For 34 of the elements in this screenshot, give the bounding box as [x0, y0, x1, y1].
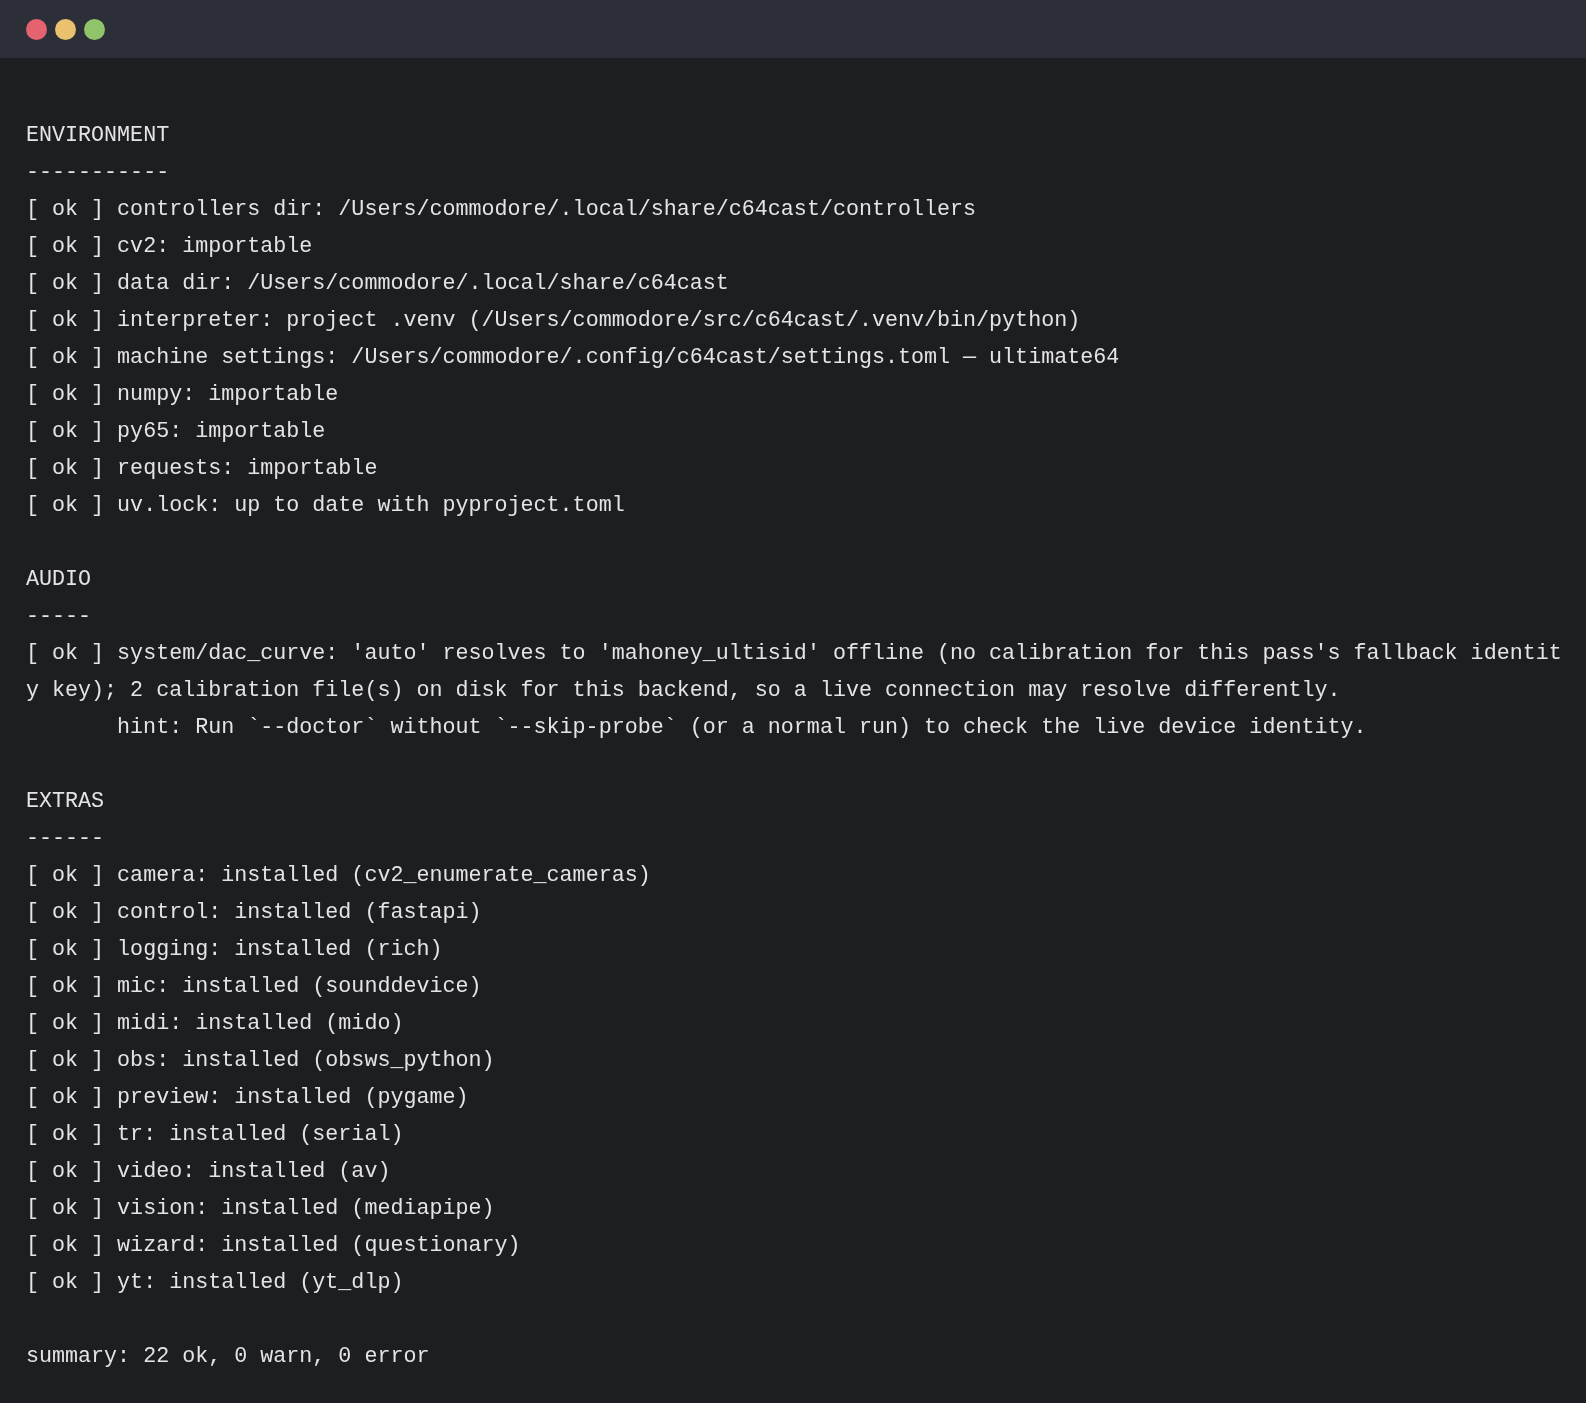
heading-underline: ------ — [26, 825, 105, 853]
check-result-line: [ ok ] mic: installed (sounddevice) — [26, 973, 482, 1001]
window-control-dot[interactable] — [84, 18, 105, 40]
check-result-line: [ ok ] vision: installed (mediapipe) — [26, 1195, 495, 1223]
wrapped-line: y key); 2 calibration file(s) on disk for this backend, so a live connection may resolve differently. — [26, 677, 1341, 705]
check-result-line: [ ok ] midi: installed (mido) — [26, 1010, 404, 1038]
check-result-line: [ ok ] obs: installed (obsws_python) — [26, 1047, 495, 1075]
window-control-dot[interactable] — [55, 18, 76, 40]
check-result-line: [ ok ] yt: installed (yt_dlp) — [26, 1269, 404, 1297]
check-result-line: [ ok ] control: installed (fastapi) — [26, 899, 482, 927]
section-heading: EXTRAS — [26, 788, 105, 816]
check-result-line: [ ok ] py65: importable — [26, 418, 326, 446]
check-result-line: [ ok ] cv2: importable — [26, 233, 313, 261]
heading-underline: ----- — [26, 603, 92, 631]
check-result-line: [ ok ] interpreter: project .venv (/Users/commodore/src/c64cast/.venv/bin/python) — [26, 307, 1081, 335]
check-result-line: [ ok ] wizard: installed (questionary) — [26, 1232, 521, 1260]
check-result-line: [ ok ] logging: installed (rich) — [26, 936, 443, 964]
check-result-line: [ ok ] camera: installed (cv2_enumerate_cameras) — [26, 862, 651, 890]
check-result-line: [ ok ] tr: installed (serial) — [26, 1121, 404, 1149]
section-heading: ENVIRONMENT — [26, 122, 170, 150]
check-result-line: [ ok ] machine settings: /Users/commodore/.config/c64cast/settings.toml — ultimate64 — [26, 344, 1120, 372]
heading-underline: ----------- — [26, 159, 170, 187]
check-result-line: [ ok ] system/dac_curve: 'auto' resolves to 'mahoney_ultisid' offline (no calibration for this pass's fallback identit — [26, 640, 1562, 668]
section-heading: AUDIO — [26, 566, 92, 594]
window-control-dot[interactable] — [26, 18, 47, 40]
hint-line: hint: Run `--doctor` without `--skip-probe` (or a normal run) to check the live device identity. — [116, 714, 1367, 742]
check-result-line: [ ok ] data dir: /Users/commodore/.local/share/c64cast — [26, 270, 729, 298]
check-result-line: [ ok ] requests: importable — [26, 455, 378, 483]
check-result-line: [ ok ] uv.lock: up to date with pyproject.toml — [26, 492, 625, 520]
check-result-line: [ ok ] numpy: importable — [26, 381, 339, 409]
check-result-line: [ ok ] controllers dir: /Users/commodore/.local/share/c64cast/controllers — [26, 196, 977, 224]
check-result-line: [ ok ] video: installed (av) — [26, 1158, 391, 1186]
summary-line: summary: 22 ok, 0 warn, 0 error — [26, 1343, 430, 1371]
check-result-line: [ ok ] preview: installed (pygame) — [26, 1084, 469, 1112]
